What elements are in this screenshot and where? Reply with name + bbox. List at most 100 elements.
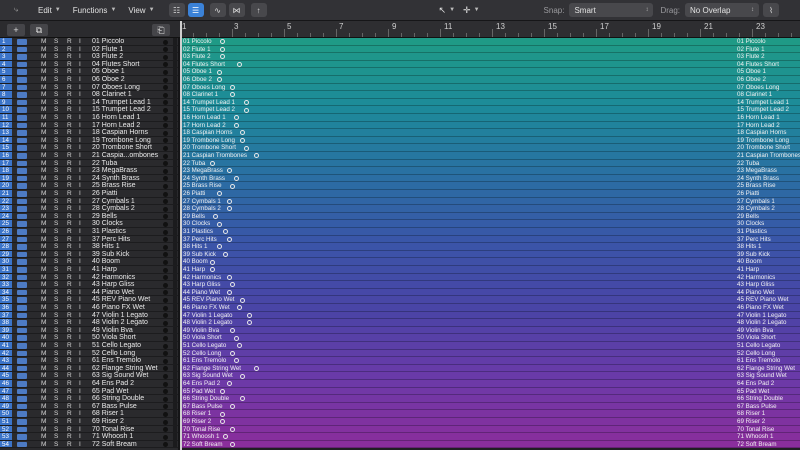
- mute-button[interactable]: M: [41, 441, 46, 449]
- midi-region[interactable]: 15 Trumpet Lead 2 15 Trumpet Lead 2: [180, 106, 800, 114]
- midi-region[interactable]: 02 Flute 1 02 Flute 1: [180, 45, 800, 54]
- volume-knob[interactable]: [163, 419, 168, 425]
- solo-button[interactable]: S: [54, 441, 58, 449]
- volume-knob[interactable]: [163, 123, 168, 129]
- track-name[interactable]: 14 Trumpet Lead 1: [92, 99, 151, 107]
- record-button[interactable]: R: [67, 213, 72, 221]
- volume-knob[interactable]: [163, 389, 168, 395]
- volume-knob[interactable]: [163, 404, 168, 410]
- solo-button[interactable]: S: [54, 106, 58, 114]
- input-monitor-button[interactable]: I: [79, 61, 81, 69]
- edit-menu-button[interactable]: Edit ▼: [38, 3, 61, 18]
- volume-knob[interactable]: [163, 39, 168, 45]
- mute-button[interactable]: M: [41, 350, 46, 358]
- solo-button[interactable]: S: [54, 388, 58, 396]
- solo-button[interactable]: S: [54, 61, 58, 69]
- volume-knob[interactable]: [163, 176, 168, 182]
- record-button[interactable]: R: [67, 76, 72, 84]
- record-button[interactable]: R: [67, 350, 72, 358]
- input-monitor-button[interactable]: I: [79, 327, 81, 335]
- midi-region[interactable]: 23 MegaBrass 23 MegaBrass: [180, 167, 800, 175]
- record-button[interactable]: R: [67, 190, 72, 198]
- volume-knob[interactable]: [163, 343, 168, 349]
- record-button[interactable]: R: [67, 319, 72, 327]
- input-monitor-button[interactable]: I: [79, 296, 81, 304]
- track-name[interactable]: 67 Bass Pulse: [92, 403, 137, 411]
- track-header[interactable]: 29 M S R I 39 Sub Kick: [0, 250, 180, 259]
- track-name[interactable]: 45 REV Piano Wet: [92, 296, 150, 304]
- record-button[interactable]: R: [67, 205, 72, 213]
- volume-knob[interactable]: [163, 411, 168, 417]
- mute-button[interactable]: M: [41, 433, 46, 441]
- volume-knob[interactable]: [163, 267, 168, 273]
- record-button[interactable]: R: [67, 198, 72, 206]
- track-header[interactable]: 8 M S R I 08 Clarinet 1: [0, 91, 180, 99]
- solo-button[interactable]: S: [54, 243, 58, 251]
- track-header[interactable]: 45 M S R I 63 Sig Sound Wet: [0, 372, 180, 380]
- volume-knob[interactable]: [163, 237, 168, 243]
- volume-knob[interactable]: [163, 358, 168, 364]
- mute-button[interactable]: M: [41, 167, 46, 175]
- midi-region[interactable]: 63 Sig Sound Wet 63 Sig Sound Wet: [180, 372, 800, 380]
- record-button[interactable]: R: [67, 228, 72, 236]
- input-monitor-button[interactable]: I: [79, 53, 81, 61]
- track-header[interactable]: 31 M S R I 41 Harp: [0, 266, 180, 274]
- solo-button[interactable]: S: [54, 91, 58, 99]
- record-button[interactable]: R: [67, 289, 72, 297]
- track-name[interactable]: 24 Synth Brass: [92, 175, 139, 183]
- track-name[interactable]: 05 Oboe 1: [92, 68, 125, 76]
- track-header[interactable]: 23 M S R I 28 Cymbals 2: [0, 205, 180, 213]
- solo-button[interactable]: S: [54, 418, 58, 426]
- mute-button[interactable]: M: [41, 84, 46, 92]
- track-header[interactable]: 44 M S R I 62 Flange String Wet: [0, 364, 180, 373]
- mute-button[interactable]: M: [41, 91, 46, 99]
- midi-region[interactable]: 68 Riser 1 68 Riser 1: [180, 410, 800, 418]
- input-monitor-button[interactable]: I: [79, 129, 81, 137]
- mute-button[interactable]: M: [41, 258, 46, 266]
- record-button[interactable]: R: [67, 61, 72, 69]
- mute-button[interactable]: M: [41, 114, 46, 122]
- track-header[interactable]: 21 M S R I 26 Piatti: [0, 190, 180, 198]
- midi-region[interactable]: 06 Oboe 2 06 Oboe 2: [180, 76, 800, 84]
- input-monitor-button[interactable]: I: [79, 205, 81, 213]
- input-monitor-button[interactable]: I: [79, 144, 81, 152]
- input-monitor-button[interactable]: I: [79, 418, 81, 426]
- record-button[interactable]: R: [67, 137, 72, 145]
- input-monitor-button[interactable]: I: [79, 426, 81, 434]
- record-button[interactable]: R: [67, 334, 72, 342]
- midi-region[interactable]: 18 Caspian Horns 18 Caspian Horns: [180, 129, 800, 137]
- midi-region[interactable]: 66 String Double 66 String Double: [180, 395, 800, 403]
- volume-knob[interactable]: [163, 145, 168, 151]
- track-name[interactable]: 61 Ens Tremolo: [92, 357, 141, 365]
- mute-button[interactable]: M: [41, 220, 46, 228]
- solo-button[interactable]: S: [54, 99, 58, 107]
- solo-button[interactable]: S: [54, 312, 58, 320]
- volume-knob[interactable]: [163, 85, 168, 91]
- track-name[interactable]: 38 Hits 1: [92, 243, 120, 251]
- input-monitor-button[interactable]: I: [79, 388, 81, 396]
- volume-knob[interactable]: [163, 313, 168, 319]
- mute-button[interactable]: M: [41, 357, 46, 365]
- track-name[interactable]: 18 Caspian Horns: [92, 129, 148, 137]
- input-monitor-button[interactable]: I: [79, 220, 81, 228]
- record-button[interactable]: R: [67, 342, 72, 350]
- pointer-tool-button[interactable]: ↖ ▼: [439, 3, 456, 18]
- volume-knob[interactable]: [163, 335, 168, 341]
- track-header[interactable]: 52 M S R I 70 Tonal Rise: [0, 425, 180, 434]
- track-header[interactable]: 9 M S R I 14 Trumpet Lead 1: [0, 98, 180, 107]
- track-header[interactable]: 5 M S R I 05 Oboe 1: [0, 68, 180, 76]
- midi-region[interactable]: 67 Bass Pulse 67 Bass Pulse: [180, 402, 800, 411]
- input-monitor-button[interactable]: I: [79, 91, 81, 99]
- midi-region[interactable]: 44 Piano Wet 44 Piano Wet: [180, 288, 800, 297]
- track-name[interactable]: 27 Cymbals 1: [92, 198, 135, 206]
- midi-region[interactable]: 48 Violin 2 Legato 48 Violin 2 Legato: [180, 319, 800, 327]
- input-monitor-button[interactable]: I: [79, 304, 81, 312]
- mute-button[interactable]: M: [41, 304, 46, 312]
- input-monitor-button[interactable]: I: [79, 403, 81, 411]
- track-name[interactable]: 30 Clocks: [92, 220, 123, 228]
- volume-knob[interactable]: [163, 427, 168, 433]
- track-name[interactable]: 43 Harp Gliss: [92, 281, 134, 289]
- volume-knob[interactable]: [163, 297, 168, 303]
- mute-button[interactable]: M: [41, 152, 46, 160]
- track-name[interactable]: 44 Piano Wet: [92, 289, 134, 297]
